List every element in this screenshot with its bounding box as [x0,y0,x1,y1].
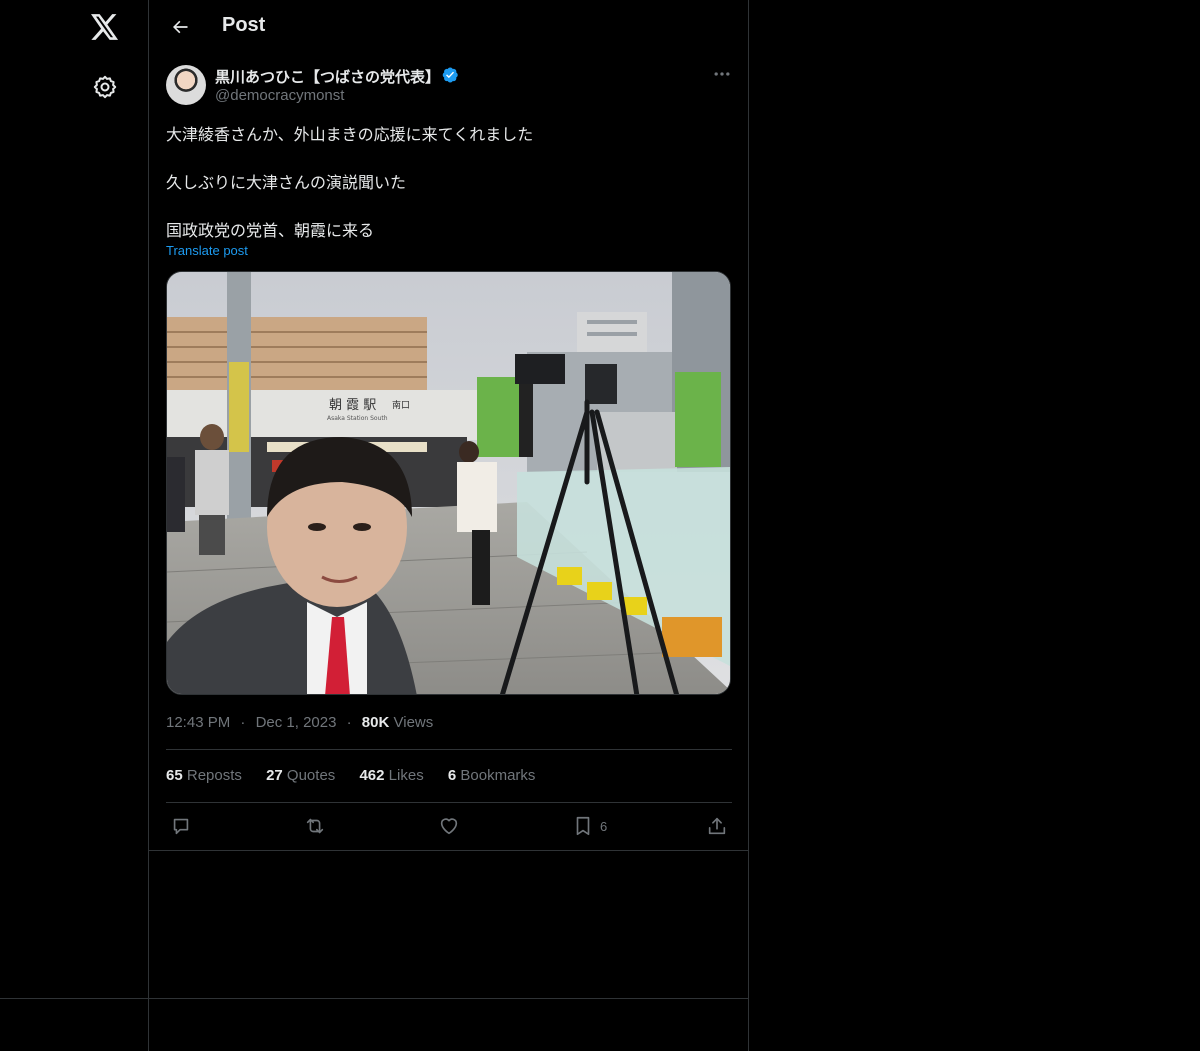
post-stats: 65 Reposts 27 Quotes 462 Likes 6 Bookmar… [166,767,555,784]
post-photo[interactable]: 朝 霞 駅 南口 Asaka Station South [166,271,731,695]
x-logo-icon[interactable] [89,12,121,42]
divider [166,802,732,803]
views-count: 80K [361,714,390,731]
avatar[interactable] [166,65,206,105]
heart-icon [440,818,458,835]
reposts-count: 65 [166,767,183,784]
post-header: Post [149,0,748,54]
likes-count: 462 [359,767,385,784]
left-navigation-rail [0,0,149,1051]
bookmarks-count: 6 [447,767,457,784]
bookmark-action-count: 6 [600,818,608,834]
quotes-label: Quotes [286,767,336,784]
divider [149,850,748,851]
post-text-line: 大津綾香さんか、外山まきの応援に来てくれました [166,127,534,144]
bookmark-button[interactable]: 6 [572,814,607,838]
station-sign-romaji: Asaka Station South [327,415,388,422]
author-display-name[interactable]: 黒川あつひこ【つばさの党代表】 [215,66,440,87]
reply-icon [173,818,189,835]
photo-illustration: 朝 霞 駅 南口 Asaka Station South [167,272,730,694]
post-time[interactable]: 12:43 PM [166,714,230,731]
share-icon [708,817,726,835]
views-label: Views [393,714,434,731]
reposts-stat[interactable]: 65 Reposts [166,767,242,784]
author-handle[interactable]: @democracymonst [215,87,344,104]
translate-post-link[interactable]: Translate post [166,243,248,258]
bookmarks-stat[interactable]: 6 Bookmarks [448,767,536,784]
meta-separator: · [346,714,352,731]
divider [166,749,732,750]
post-detail-column: Post 黒川あつひこ【つばさの党代表】 @democracymonst 大津綾… [149,0,749,1051]
left-rail-bottom-divider [0,998,149,999]
quotes-stat[interactable]: 27 Quotes [266,767,335,784]
station-sign-sub: 南口 [392,399,410,411]
main-bottom-divider [149,998,748,999]
share-button[interactable] [706,814,728,838]
likes-label: Likes [388,767,424,784]
verified-badge-icon[interactable] [441,66,459,89]
like-button[interactable] [438,814,460,838]
bookmark-icon [576,816,590,836]
station-sign-text: 朝 霞 駅 [329,398,376,413]
repost-icon [306,818,324,834]
page-title: Post [222,14,266,36]
post-text-line: 国政政党の党首、朝霞に来る [166,223,375,240]
meta-separator: · [240,714,246,731]
quotes-count: 27 [266,767,283,784]
arrow-left-icon [173,20,188,34]
post-date[interactable]: Dec 1, 2023 [256,714,337,731]
repost-button[interactable] [304,814,326,838]
back-button[interactable] [163,10,197,44]
more-dots-icon [714,72,730,76]
post-meta: 12:43 PM · Dec 1, 2023 · 80K Views [166,714,433,731]
likes-stat[interactable]: 462 Likes [359,767,423,784]
reply-button[interactable] [170,814,192,838]
post-text-line: 久しぶりに大津さんの演説聞いた [166,175,407,192]
bookmarks-label: Bookmarks [460,767,536,784]
reposts-label: Reposts [186,767,242,784]
more-options-button[interactable] [712,64,732,84]
gear-icon[interactable] [91,73,119,101]
